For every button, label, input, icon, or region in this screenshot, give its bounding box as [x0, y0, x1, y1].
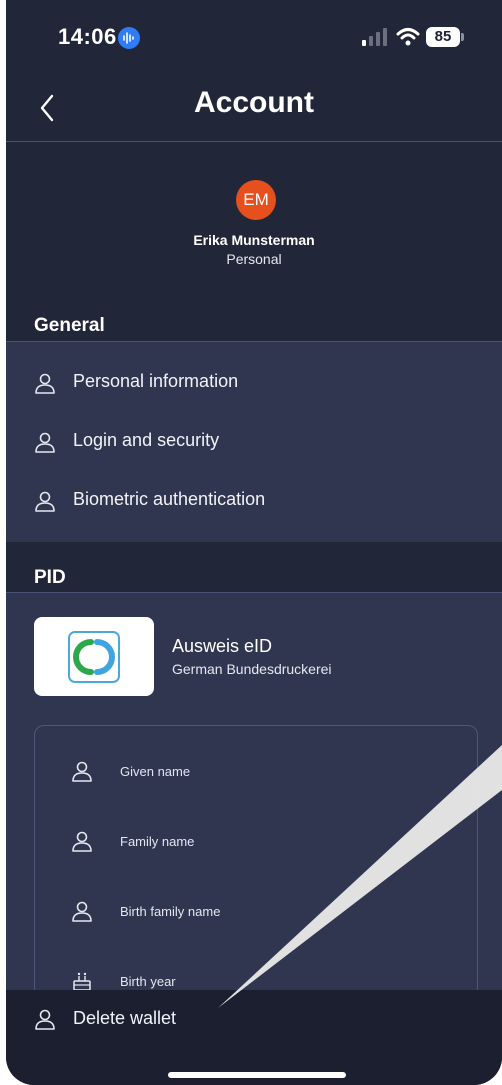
pid-attributes-card: Given name Family name Birth family name	[34, 725, 478, 1025]
attribute-label: Birth year	[120, 974, 176, 989]
battery-tip	[461, 33, 464, 41]
menu-item-label: Biometric authentication	[73, 489, 266, 509]
avatar: EM	[236, 180, 276, 220]
page-title: Account	[194, 86, 314, 119]
section-title-pid: PID	[34, 567, 66, 588]
person-icon	[35, 491, 55, 512]
attribute-label: Family name	[120, 834, 195, 849]
menu-item-biometric-authentication[interactable]: Biometric authentication	[6, 471, 502, 529]
menu-item-label: Personal information	[73, 371, 239, 391]
wifi-icon	[396, 28, 420, 46]
voice-memo-icon	[118, 27, 140, 49]
attribute-row-given-name[interactable]: Given name	[35, 752, 477, 792]
pid-card-issuer: German Bundesdruckerei	[172, 661, 332, 677]
status-time: 14:06	[58, 24, 117, 49]
delete-wallet-button[interactable]: Delete wallet	[6, 996, 502, 1042]
status-bar: 14:06 85	[6, 0, 502, 70]
general-panel: Personal information Login and security …	[6, 342, 502, 542]
attribute-row-family-name[interactable]: Family name	[35, 822, 477, 862]
attribute-row-birth-family-name[interactable]: Birth family name	[35, 892, 477, 932]
delete-wallet-label: Delete wallet	[73, 1008, 177, 1028]
profile-name: Erika Munsterman	[193, 232, 315, 248]
person-icon	[72, 901, 92, 922]
menu-item-label: Login and security	[73, 430, 220, 450]
section-title-general: General	[34, 315, 105, 336]
header-divider	[6, 141, 502, 142]
person-icon	[35, 432, 55, 453]
pid-card-logo[interactable]	[34, 617, 154, 696]
cellular-signal-icon	[362, 28, 387, 46]
menu-item-login-and-security[interactable]: Login and security	[6, 412, 502, 470]
person-icon	[72, 761, 92, 782]
battery-icon: 85	[426, 27, 460, 47]
attribute-label: Birth family name	[120, 904, 221, 919]
phone-screen: 14:06 85 Account EM Erika Munsterman Per…	[6, 0, 502, 1085]
attribute-label: Given name	[120, 764, 191, 779]
home-indicator[interactable]	[168, 1072, 346, 1078]
person-icon	[35, 373, 55, 394]
person-icon	[35, 1009, 55, 1030]
ausweis-logo-icon	[68, 631, 120, 683]
cake-icon	[73, 972, 91, 991]
menu-item-personal-information[interactable]: Personal information	[6, 353, 502, 411]
pid-card-name: Ausweis eID	[172, 636, 273, 656]
profile-type: Personal	[226, 251, 282, 267]
person-icon	[72, 831, 92, 852]
